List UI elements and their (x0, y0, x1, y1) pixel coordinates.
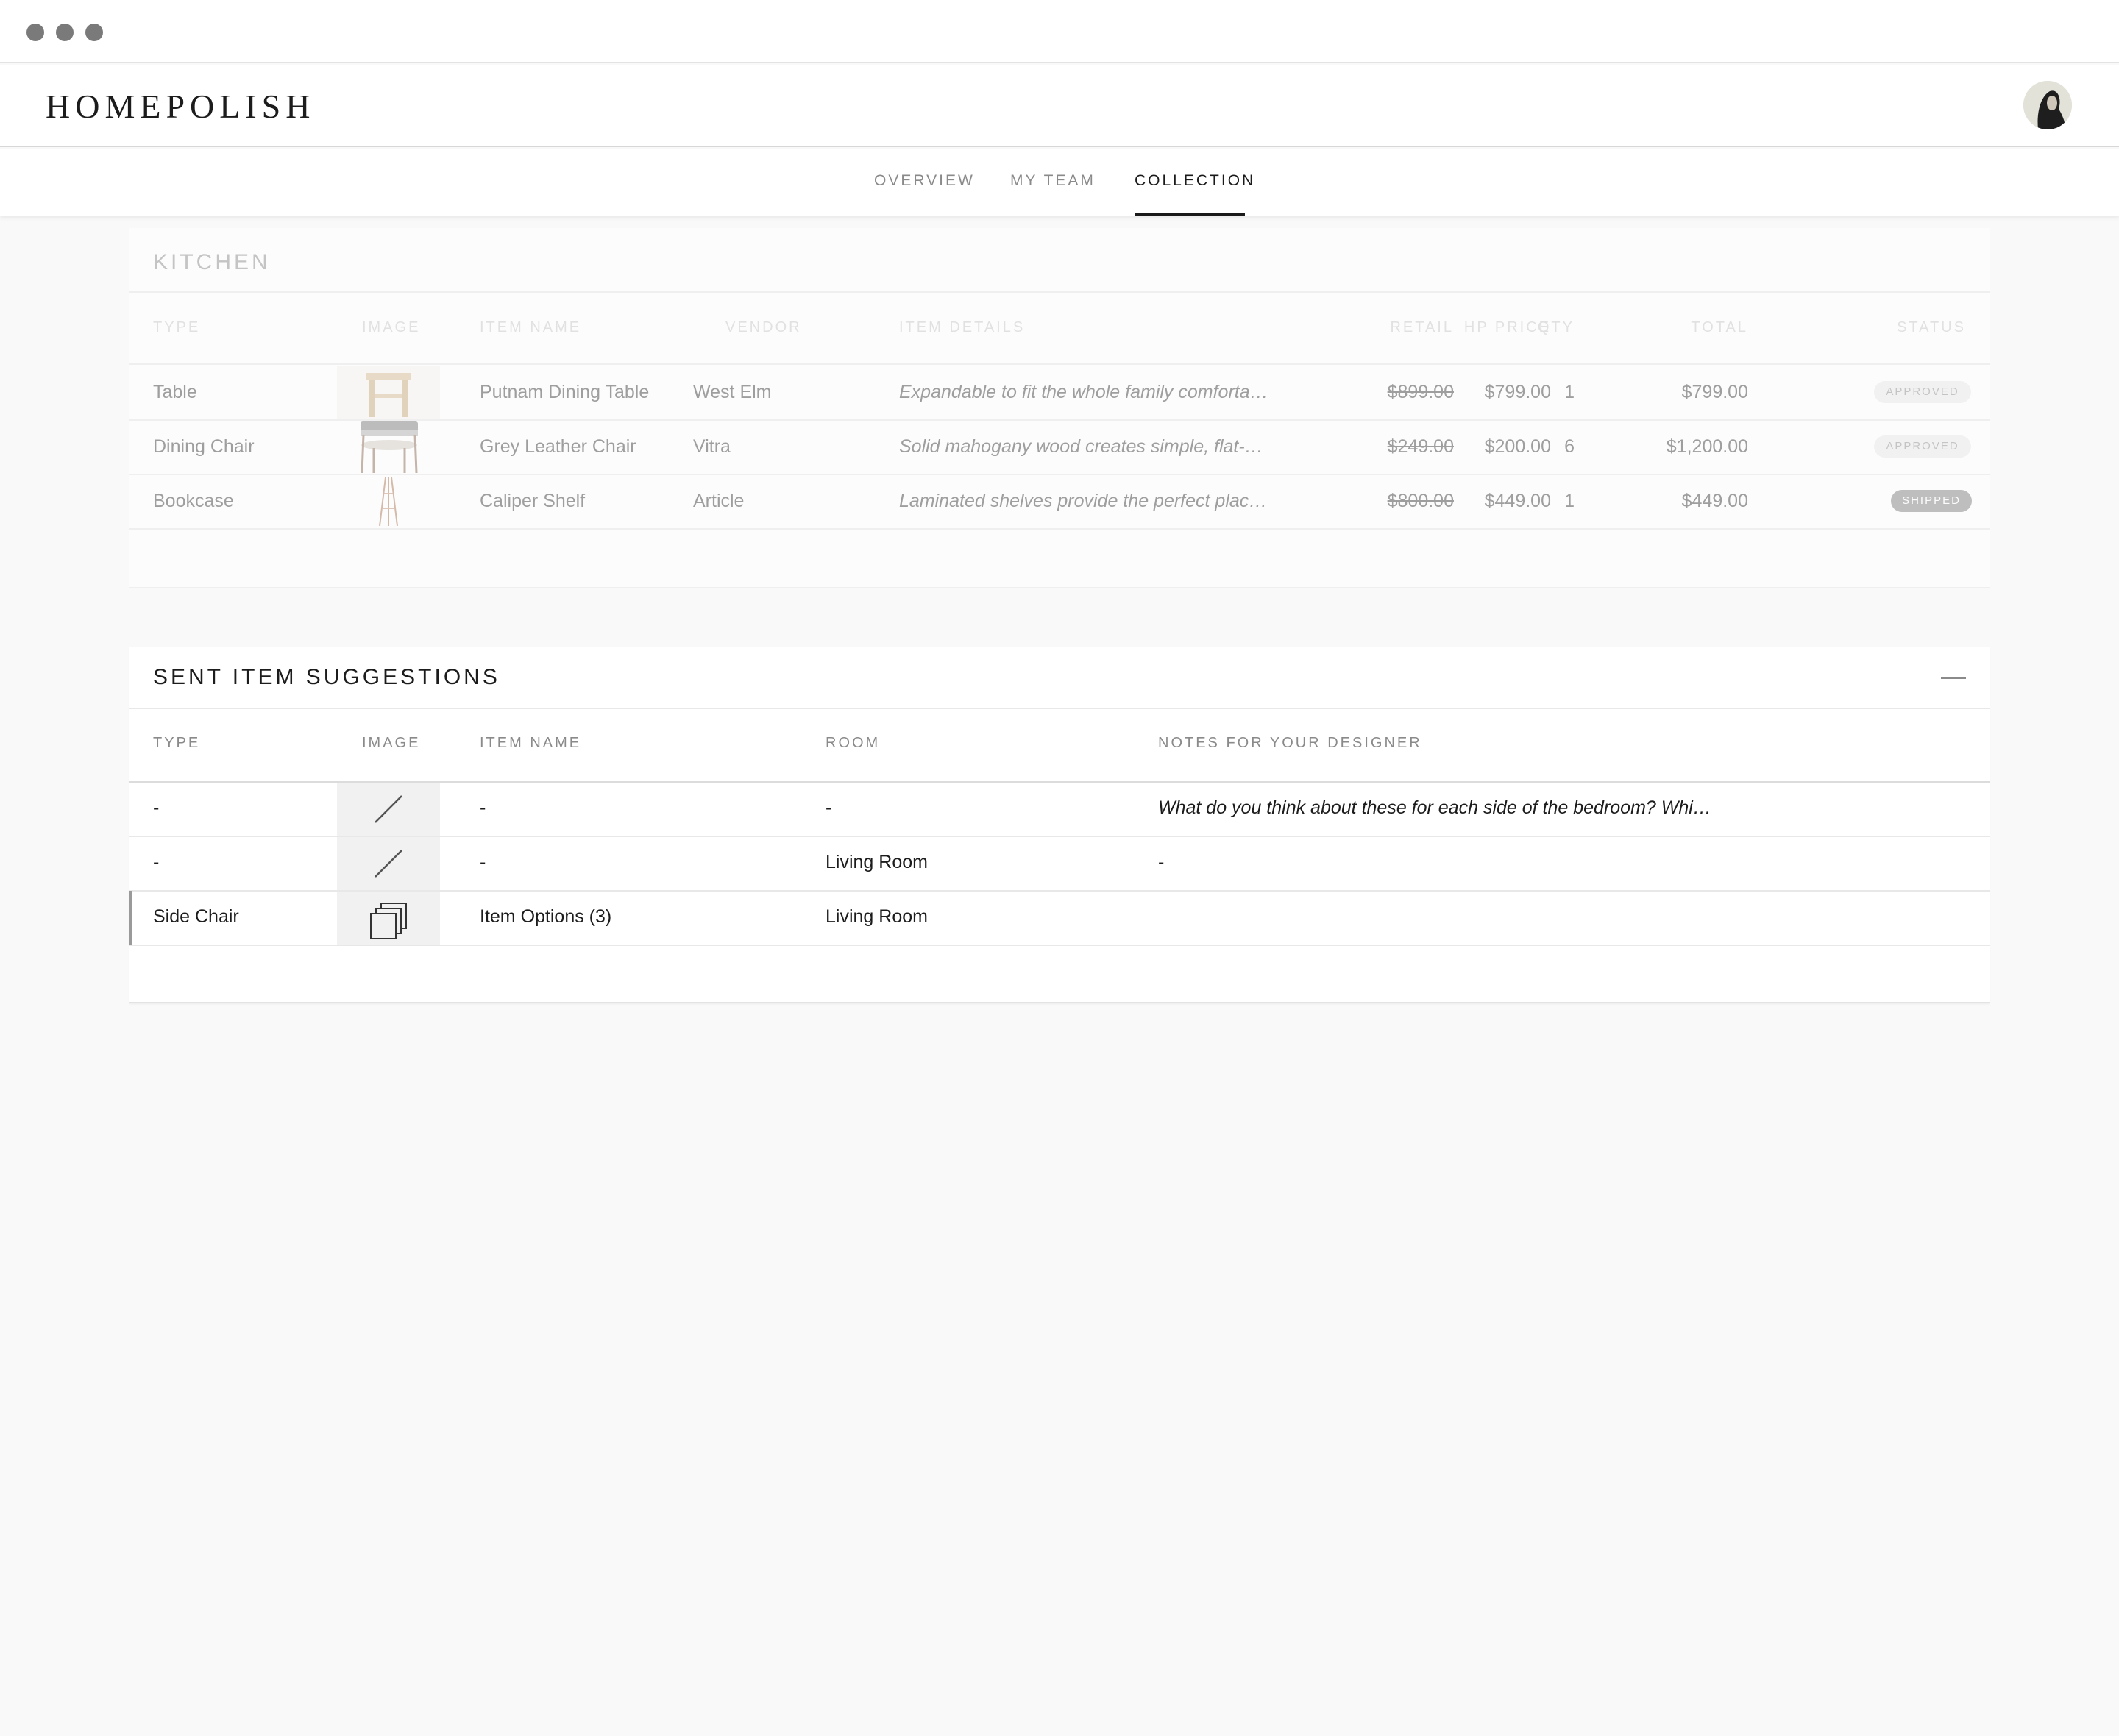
row1-details: Expandable to fit the whole family comfo… (899, 382, 1268, 402)
window-titlebar (0, 0, 2119, 63)
col-room: ROOM (826, 735, 881, 751)
row2-type: Dining Chair (153, 436, 255, 457)
row2-item-name: Grey Leather Chair (480, 436, 636, 457)
status-badge: APPROVED (1874, 435, 1971, 458)
row3-total: $449.00 (1681, 491, 1748, 511)
row3-type: Bookcase (153, 491, 234, 511)
kitchen-section: KITCHEN TYPE IMAGE ITEM NAME VENDOR ITEM… (129, 228, 1990, 588)
col-item-name: ITEM NAME (480, 319, 582, 335)
active-tab-indicator (1135, 213, 1245, 216)
sent-row1-item-name: - (480, 797, 486, 818)
row-selected-indicator (129, 891, 132, 945)
sent-row1-room: - (826, 797, 832, 818)
app-header: HOMEPOLISH (0, 65, 2119, 147)
row3-qty: 1 (1564, 491, 1575, 511)
chair-thumbnail (337, 420, 440, 474)
sent-row2-item-name: - (480, 852, 486, 872)
window-minimize-dot[interactable] (56, 24, 74, 41)
col-item-name: ITEM NAME (480, 735, 582, 751)
dining-table-thumbnail (337, 366, 440, 419)
row2-qty: 6 (1564, 436, 1575, 457)
col-status: STATUS (1897, 319, 1966, 335)
status-badge: APPROVED (1874, 381, 1971, 403)
col-type: TYPE (153, 319, 201, 335)
row2-details: Solid mahogany wood creates simple, flat… (899, 436, 1263, 457)
col-vendor: VENDOR (725, 319, 802, 335)
row3-details: Laminated shelves provide the perfect pl… (899, 491, 1268, 511)
col-qty: QTY (1537, 319, 1575, 335)
col-type: TYPE (153, 735, 201, 751)
sent-row2-type: - (153, 852, 160, 872)
no-image-icon (375, 850, 402, 878)
sent-section-title: SENT ITEM SUGGESTIONS (153, 665, 500, 689)
sent-row3-room: Living Room (826, 906, 928, 927)
row3-vendor: Article (693, 491, 745, 511)
sent-row3-item-name[interactable]: Item Options (3) (480, 906, 611, 928)
status-badge: SHIPPED (1891, 490, 1972, 512)
row1-type: Table (153, 382, 197, 402)
sent-row2-room: Living Room (826, 852, 928, 872)
sent-row2-notes: - (1158, 852, 1165, 872)
col-image: IMAGE (362, 319, 421, 335)
tab-my-team[interactable]: MY TEAM (1010, 172, 1096, 190)
tab-collection[interactable]: COLLECTION (1135, 172, 1255, 190)
col-item-details: ITEM DETAILS (899, 319, 1026, 335)
user-avatar[interactable] (2023, 81, 2072, 129)
homepolish-logo[interactable]: HOMEPOLISH (46, 87, 315, 126)
tab-overview[interactable]: OVERVIEW (874, 172, 975, 190)
item-options-icon (370, 903, 407, 939)
window-maximize-dot[interactable] (85, 24, 103, 41)
row3-item-name: Caliper Shelf (480, 491, 586, 511)
row1-total: $799.00 (1681, 382, 1748, 402)
row1-vendor: West Elm (693, 382, 772, 402)
row1-item-name: Putnam Dining Table (480, 382, 650, 402)
sent-row1-image-cell[interactable] (337, 783, 440, 836)
main-nav: OVERVIEW MY TEAM COLLECTION (0, 149, 2119, 216)
window-close-dot[interactable] (26, 24, 44, 41)
sent-item-suggestions-section: SENT ITEM SUGGESTIONS TYPE IMAGE ITEM NA… (129, 647, 1990, 1003)
col-image: IMAGE (362, 735, 421, 751)
collapse-icon[interactable] (1941, 677, 1966, 679)
kitchen-title: KITCHEN (153, 250, 271, 274)
col-total: TOTAL (1691, 319, 1748, 335)
sent-row1-type: - (153, 797, 160, 818)
col-notes: NOTES FOR YOUR DESIGNER (1158, 735, 1422, 751)
sent-row1-notes: What do you think about these for each s… (1158, 797, 1711, 818)
shelf-thumbnail (337, 474, 440, 527)
row1-qty: 1 (1564, 382, 1575, 402)
sent-row3-type[interactable]: Side Chair (153, 906, 239, 928)
sent-row3-image-cell[interactable] (337, 892, 440, 945)
sent-row2-image-cell[interactable] (337, 837, 440, 890)
row2-total: $1,200.00 (1666, 436, 1748, 457)
no-image-icon (375, 795, 402, 823)
row2-vendor: Vitra (693, 436, 731, 457)
